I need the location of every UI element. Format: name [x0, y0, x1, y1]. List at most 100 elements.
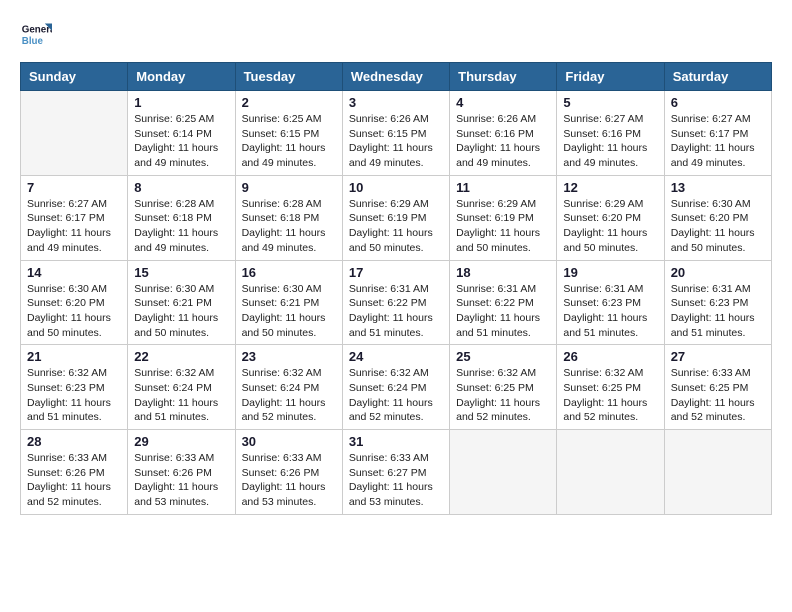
weekday-header-sunday: Sunday [21, 63, 128, 91]
calendar-cell: 23 Sunrise: 6:32 AM Sunset: 6:24 PM Dayli… [235, 345, 342, 430]
day-info: Sunrise: 6:31 AM Sunset: 6:22 PM Dayligh… [456, 282, 550, 341]
week-row-3: 14 Sunrise: 6:30 AM Sunset: 6:20 PM Dayli… [21, 260, 772, 345]
day-info: Sunrise: 6:30 AM Sunset: 6:20 PM Dayligh… [27, 282, 121, 341]
calendar-cell: 11Sunrise: 6:29 AM Sunset: 6:19 PM Dayli… [450, 175, 557, 260]
calendar-cell: 25Sunrise: 6:32 AM Sunset: 6:25 PM Dayli… [450, 345, 557, 430]
day-info: Sunrise: 6:33 AM Sunset: 6:26 PM Dayligh… [27, 451, 121, 510]
day-number: 14 [27, 265, 121, 280]
calendar-cell: 3Sunrise: 6:26 AM Sunset: 6:15 PM Daylig… [342, 91, 449, 176]
day-info: Sunrise: 6:29 AM Sunset: 6:19 PM Dayligh… [456, 197, 550, 256]
calendar-cell: 21 Sunrise: 6:32 AM Sunset: 6:23 PM Dayli… [21, 345, 128, 430]
calendar-cell: 16Sunrise: 6:30 AM Sunset: 6:21 PM Dayli… [235, 260, 342, 345]
calendar-cell: 5 Sunrise: 6:27 AM Sunset: 6:16 PM Daylig… [557, 91, 664, 176]
day-number: 27 [671, 349, 765, 364]
day-info: Sunrise: 6:29 AM Sunset: 6:19 PM Dayligh… [349, 197, 443, 256]
day-info: Sunrise: 6:30 AM Sunset: 6:20 PM Dayligh… [671, 197, 765, 256]
day-info: Sunrise: 6:33 AM Sunset: 6:27 PM Dayligh… [349, 451, 443, 510]
day-number: 21 [27, 349, 121, 364]
logo-icon: General Blue [20, 20, 52, 52]
calendar-cell: 17 Sunrise: 6:31 AM Sunset: 6:22 PM Dayli… [342, 260, 449, 345]
calendar-cell: 12Sunrise: 6:29 AM Sunset: 6:20 PM Dayli… [557, 175, 664, 260]
calendar-cell [664, 430, 771, 515]
calendar-cell: 31 Sunrise: 6:33 AM Sunset: 6:27 PM Dayli… [342, 430, 449, 515]
day-info: Sunrise: 6:32 AM Sunset: 6:25 PM Dayligh… [456, 366, 550, 425]
day-info: Sunrise: 6:31 AM Sunset: 6:23 PM Dayligh… [671, 282, 765, 341]
day-info: Sunrise: 6:33 AM Sunset: 6:25 PM Dayligh… [671, 366, 765, 425]
week-row-2: 7 Sunrise: 6:27 AM Sunset: 6:17 PM Daylig… [21, 175, 772, 260]
day-info: Sunrise: 6:32 AM Sunset: 6:24 PM Dayligh… [242, 366, 336, 425]
calendar-cell: 27 Sunrise: 6:33 AM Sunset: 6:25 PM Dayli… [664, 345, 771, 430]
week-row-5: 28 Sunrise: 6:33 AM Sunset: 6:26 PM Dayli… [21, 430, 772, 515]
day-number: 19 [563, 265, 657, 280]
day-info: Sunrise: 6:25 AM Sunset: 6:14 PM Dayligh… [134, 112, 228, 171]
day-number: 9 [242, 180, 336, 195]
day-info: Sunrise: 6:27 AM Sunset: 6:17 PM Dayligh… [671, 112, 765, 171]
calendar-cell [450, 430, 557, 515]
day-number: 26 [563, 349, 657, 364]
calendar-cell: 24 Sunrise: 6:32 AM Sunset: 6:24 PM Dayli… [342, 345, 449, 430]
week-row-1: 1 Sunrise: 6:25 AM Sunset: 6:14 PM Daylig… [21, 91, 772, 176]
calendar-cell: 9 Sunrise: 6:28 AM Sunset: 6:18 PM Daylig… [235, 175, 342, 260]
day-info: Sunrise: 6:30 AM Sunset: 6:21 PM Dayligh… [134, 282, 228, 341]
calendar-cell [21, 91, 128, 176]
calendar-cell: 7 Sunrise: 6:27 AM Sunset: 6:17 PM Daylig… [21, 175, 128, 260]
day-info: Sunrise: 6:28 AM Sunset: 6:18 PM Dayligh… [242, 197, 336, 256]
week-row-4: 21 Sunrise: 6:32 AM Sunset: 6:23 PM Dayli… [21, 345, 772, 430]
day-number: 28 [27, 434, 121, 449]
weekday-header-thursday: Thursday [450, 63, 557, 91]
day-number: 23 [242, 349, 336, 364]
weekday-header-friday: Friday [557, 63, 664, 91]
day-number: 2 [242, 95, 336, 110]
day-number: 6 [671, 95, 765, 110]
day-number: 4 [456, 95, 550, 110]
day-info: Sunrise: 6:31 AM Sunset: 6:22 PM Dayligh… [349, 282, 443, 341]
weekday-header-row: SundayMondayTuesdayWednesdayThursdayFrid… [21, 63, 772, 91]
logo: General Blue [20, 20, 56, 52]
calendar-cell: 1 Sunrise: 6:25 AM Sunset: 6:14 PM Daylig… [128, 91, 235, 176]
day-number: 30 [242, 434, 336, 449]
day-info: Sunrise: 6:32 AM Sunset: 6:23 PM Dayligh… [27, 366, 121, 425]
day-info: Sunrise: 6:32 AM Sunset: 6:24 PM Dayligh… [349, 366, 443, 425]
day-info: Sunrise: 6:32 AM Sunset: 6:25 PM Dayligh… [563, 366, 657, 425]
day-info: Sunrise: 6:25 AM Sunset: 6:15 PM Dayligh… [242, 112, 336, 171]
calendar-table: SundayMondayTuesdayWednesdayThursdayFrid… [20, 62, 772, 515]
day-info: Sunrise: 6:27 AM Sunset: 6:16 PM Dayligh… [563, 112, 657, 171]
day-number: 13 [671, 180, 765, 195]
calendar-cell: 13 Sunrise: 6:30 AM Sunset: 6:20 PM Dayli… [664, 175, 771, 260]
day-number: 22 [134, 349, 228, 364]
weekday-header-monday: Monday [128, 63, 235, 91]
day-info: Sunrise: 6:30 AM Sunset: 6:21 PM Dayligh… [242, 282, 336, 341]
day-info: Sunrise: 6:28 AM Sunset: 6:18 PM Dayligh… [134, 197, 228, 256]
calendar-cell: 18Sunrise: 6:31 AM Sunset: 6:22 PM Dayli… [450, 260, 557, 345]
calendar-cell: 30 Sunrise: 6:33 AM Sunset: 6:26 PM Dayli… [235, 430, 342, 515]
calendar-cell: 28 Sunrise: 6:33 AM Sunset: 6:26 PM Dayli… [21, 430, 128, 515]
day-info: Sunrise: 6:33 AM Sunset: 6:26 PM Dayligh… [242, 451, 336, 510]
calendar-cell: 26 Sunrise: 6:32 AM Sunset: 6:25 PM Dayli… [557, 345, 664, 430]
day-info: Sunrise: 6:31 AM Sunset: 6:23 PM Dayligh… [563, 282, 657, 341]
calendar-cell: 4 Sunrise: 6:26 AM Sunset: 6:16 PM Daylig… [450, 91, 557, 176]
day-number: 10 [349, 180, 443, 195]
calendar-cell: 10 Sunrise: 6:29 AM Sunset: 6:19 PM Dayli… [342, 175, 449, 260]
day-number: 5 [563, 95, 657, 110]
weekday-header-wednesday: Wednesday [342, 63, 449, 91]
day-number: 24 [349, 349, 443, 364]
calendar-cell: 20 Sunrise: 6:31 AM Sunset: 6:23 PM Dayli… [664, 260, 771, 345]
day-number: 8 [134, 180, 228, 195]
day-number: 12 [563, 180, 657, 195]
day-number: 15 [134, 265, 228, 280]
day-number: 20 [671, 265, 765, 280]
page-header: General Blue [20, 20, 772, 52]
weekday-header-tuesday: Tuesday [235, 63, 342, 91]
calendar-cell [557, 430, 664, 515]
day-number: 31 [349, 434, 443, 449]
calendar-cell: 2 Sunrise: 6:25 AM Sunset: 6:15 PM Daylig… [235, 91, 342, 176]
calendar-cell: 19 Sunrise: 6:31 AM Sunset: 6:23 PM Dayli… [557, 260, 664, 345]
day-info: Sunrise: 6:26 AM Sunset: 6:16 PM Dayligh… [456, 112, 550, 171]
calendar-cell: 6 Sunrise: 6:27 AM Sunset: 6:17 PM Daylig… [664, 91, 771, 176]
day-number: 1 [134, 95, 228, 110]
day-info: Sunrise: 6:26 AM Sunset: 6:15 PM Dayligh… [349, 112, 443, 171]
day-number: 17 [349, 265, 443, 280]
calendar-cell: 14 Sunrise: 6:30 AM Sunset: 6:20 PM Dayli… [21, 260, 128, 345]
day-number: 7 [27, 180, 121, 195]
day-info: Sunrise: 6:27 AM Sunset: 6:17 PM Dayligh… [27, 197, 121, 256]
